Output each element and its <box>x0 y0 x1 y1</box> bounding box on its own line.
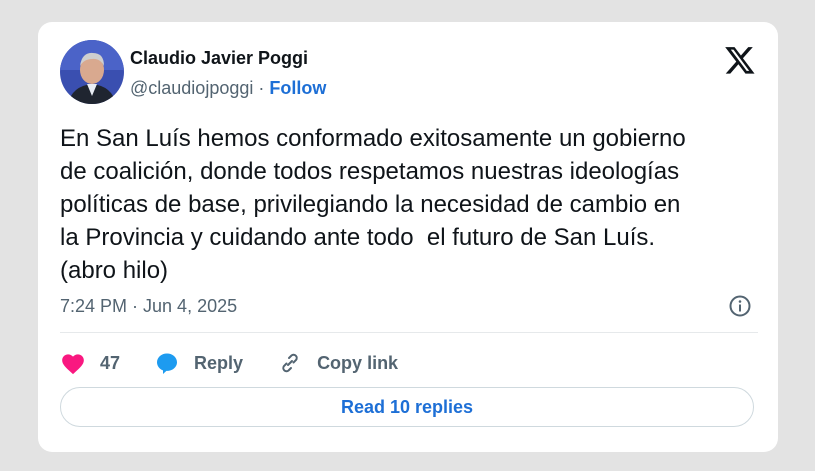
divider <box>60 332 758 333</box>
x-logo-icon[interactable] <box>724 44 756 76</box>
tweet-timestamp[interactable]: 7:24 PM · Jun 4, 2025 <box>60 296 237 317</box>
read-replies-label: Read 10 replies <box>340 396 474 417</box>
reply-button[interactable]: Reply <box>154 351 243 375</box>
heart-icon <box>62 354 84 375</box>
reply-bubble-icon <box>157 353 178 374</box>
info-icon[interactable] <box>728 294 752 318</box>
separator-dot: · <box>258 78 265 98</box>
author-handle[interactable]: @claudiojpoggi <box>130 78 253 98</box>
like-button[interactable]: 47 <box>60 351 120 375</box>
reply-label: Reply <box>194 352 244 373</box>
tweet-card: Claudio Javier Poggi @claudiojpoggi · Fo… <box>38 22 778 452</box>
author-name[interactable]: Claudio Javier Poggi <box>130 48 308 69</box>
action-bar: 47 Reply Copy link <box>60 348 432 378</box>
like-count: 47 <box>100 352 121 373</box>
copy-link-label: Copy link <box>317 352 399 373</box>
read-replies-button[interactable]: Read 10 replies <box>60 387 754 427</box>
author-meta: @claudiojpoggi · Follow <box>130 78 326 99</box>
copy-link-button[interactable]: Copy link <box>277 351 398 375</box>
tweet-text: En San Luís hemos conformado exitosament… <box>60 125 686 284</box>
avatar[interactable] <box>60 40 124 104</box>
link-icon <box>282 353 298 373</box>
follow-button[interactable]: Follow <box>269 78 326 98</box>
